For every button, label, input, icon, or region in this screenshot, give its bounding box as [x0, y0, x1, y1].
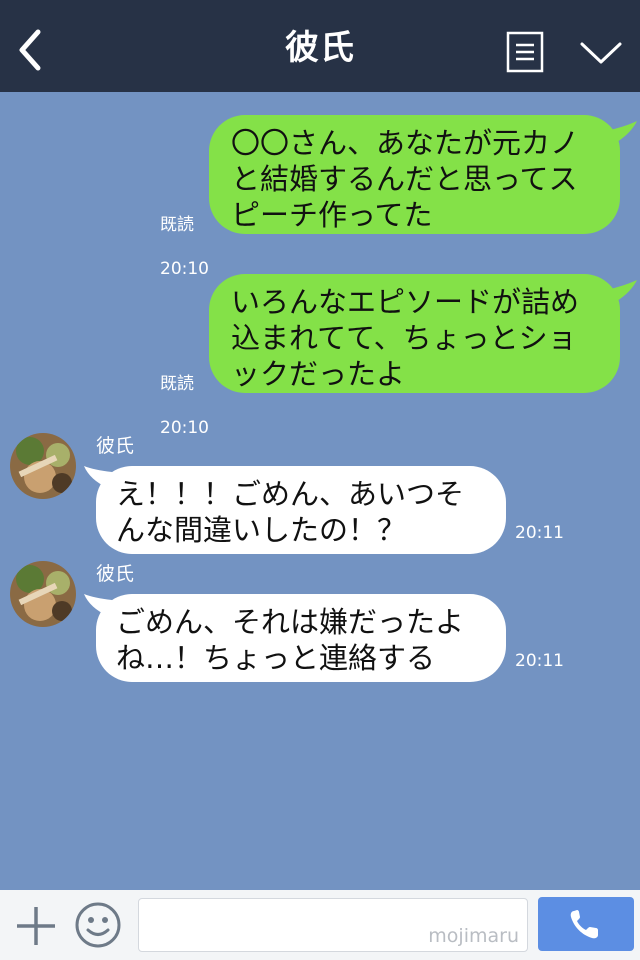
read-receipt: 既読 — [160, 215, 194, 235]
phone-icon — [570, 910, 598, 939]
notes-menu-icon[interactable] — [506, 31, 544, 73]
emoji-icon[interactable] — [74, 901, 122, 949]
avatar-image — [10, 561, 76, 627]
contact-avatar[interactable] — [10, 561, 76, 627]
plus-icon[interactable] — [14, 904, 58, 948]
bubble-tail — [606, 121, 637, 145]
sent-message-bubble[interactable]: 〇〇さん、あなたが元カノ と結婚するんだと思ってス ピーチ作ってた — [209, 115, 620, 234]
chat-header: 彼氏 — [0, 0, 640, 92]
message-meta: 既読 20:10 — [160, 351, 209, 439]
message-list[interactable]: 既読 20:10 〇〇さん、あなたが元カノ と結婚するんだと思ってス ピーチ作っ… — [0, 92, 640, 890]
message-time: 20:10 — [160, 418, 209, 438]
read-receipt: 既読 — [160, 374, 194, 394]
avatar-image — [10, 433, 76, 499]
message-time: 20:10 — [160, 259, 209, 279]
message-input[interactable]: mojimaru — [138, 898, 528, 952]
bubble-tail — [606, 280, 637, 304]
call-button[interactable] — [538, 897, 634, 951]
message-meta: 既読 20:10 — [160, 192, 209, 280]
sent-message-bubble[interactable]: いろんなエピソードが詰め 込まれてて、ちょっとショ ックだったよ — [209, 274, 620, 393]
sender-name: 彼氏 — [96, 563, 135, 585]
contact-avatar[interactable] — [10, 433, 76, 499]
received-message-bubble[interactable]: ごめん、それは嫌だったよ ね…！ちょっと連絡する — [96, 594, 506, 682]
chat-title: 彼氏 — [285, 28, 355, 68]
received-message-bubble[interactable]: え！！！ごめん、あいつそ んな間違いしたの！？ — [96, 466, 506, 554]
input-bar: mojimaru — [0, 890, 640, 960]
message-time: 20:11 — [515, 523, 564, 543]
message-time: 20:11 — [515, 651, 564, 671]
sender-name: 彼氏 — [96, 435, 135, 457]
chevron-down-icon[interactable] — [578, 38, 624, 68]
watermark-text: mojimaru — [428, 925, 519, 947]
